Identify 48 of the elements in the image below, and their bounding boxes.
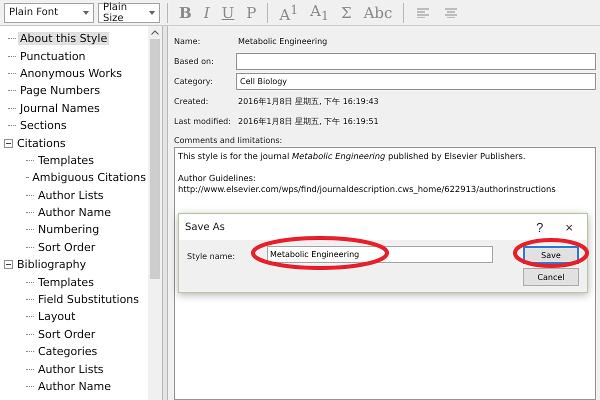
align-left-icon[interactable] (417, 8, 430, 18)
help-button[interactable]: ? (528, 220, 552, 234)
font-dropdown[interactable]: Plain Font (4, 2, 94, 22)
tree-item[interactable]: Page Numbers (18, 84, 102, 98)
field-value: Metabolic Engineering (237, 37, 328, 46)
dropdown-arrow-icon[interactable] (83, 10, 89, 14)
field-value: 2016年1月8日 星期五, 下午 16:19:51 (237, 116, 379, 127)
tree-item[interactable]: Sections (18, 119, 69, 132)
tree-item[interactable]: Author Lists (36, 362, 106, 376)
minus-box-icon[interactable] (4, 260, 13, 270)
tree-item[interactable]: Anonymous Works (18, 66, 124, 80)
tree-item[interactable]: Citations (15, 136, 68, 150)
dialog-button[interactable]: Cancel (523, 268, 579, 286)
tree-item[interactable]: Sort Order (36, 328, 98, 341)
input-field[interactable] (236, 53, 596, 70)
dialog-title: Save As (185, 222, 226, 232)
field-value: 2016年1月8日 星期五, 下午 16:19:43 (237, 96, 379, 107)
tree-item[interactable]: Numbering (36, 223, 102, 236)
scroll-up-icon[interactable] (151, 30, 159, 35)
tree-item[interactable]: Categories (36, 345, 100, 358)
tree-item[interactable]: Author Lists (36, 188, 106, 202)
tree-item[interactable]: Field Substitutions (36, 293, 142, 306)
input-field[interactable]: Cell Biology (236, 73, 596, 90)
tree-item[interactable]: Templates (36, 276, 96, 289)
tree-item[interactable]: Bibliography (15, 258, 88, 272)
close-button[interactable]: × (557, 220, 581, 234)
field-label: Created: (174, 97, 210, 106)
minus-box-icon[interactable] (4, 138, 13, 148)
align-center-icon[interactable] (445, 8, 458, 18)
dropdown-arrow-icon[interactable] (149, 10, 155, 14)
style-name-field[interactable]: Metabolic Engineering (267, 246, 493, 263)
tree-item[interactable]: Author Name (36, 380, 113, 393)
tree-item[interactable]: Templates (36, 154, 96, 167)
field-label: Category: (174, 77, 214, 86)
field-label: Name: (174, 37, 202, 46)
comments-label: Comments and limitations: (174, 136, 284, 145)
field-label: Style name: (187, 252, 236, 263)
size-dropdown[interactable]: Plain Size (98, 2, 160, 22)
tree-item[interactable]: Layout (36, 310, 78, 324)
tree-item[interactable]: Author Name (36, 206, 113, 220)
field-label: Last modified: (174, 117, 232, 126)
tree-item[interactable]: Ambiguous Citations (30, 171, 148, 184)
tree-item[interactable]: About this Style (18, 32, 110, 46)
tree-item[interactable]: Journal Names (18, 102, 102, 115)
field-label: Based on: (174, 57, 215, 66)
tree-item[interactable]: Sort Order (36, 240, 98, 254)
tree-item[interactable]: Punctuation (18, 50, 88, 63)
dialog-button[interactable]: Save (523, 246, 579, 264)
